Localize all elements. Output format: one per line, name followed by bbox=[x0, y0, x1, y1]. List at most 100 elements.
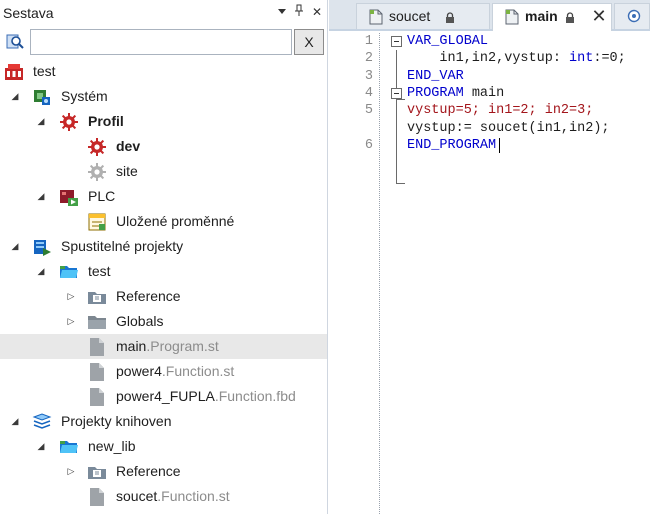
project-tree-panel: Sestava ✕ X test ◢ Systém ◢ Profil dev site ◢ PL… bbox=[0, 0, 328, 514]
plc-icon bbox=[59, 187, 79, 207]
code-text: END_VAR bbox=[407, 68, 464, 84]
code-line: 5 vystup=5; in1=2; in2=3; bbox=[364, 103, 594, 119]
file-icon bbox=[369, 9, 383, 25]
tab-close-icon[interactable]: ✕ bbox=[591, 7, 607, 25]
collapse-arrow-icon[interactable]: ◢ bbox=[10, 241, 20, 251]
clear-search-button[interactable]: X bbox=[294, 29, 324, 55]
gear-icon bbox=[59, 112, 79, 132]
tab-main[interactable]: main ✕ bbox=[492, 3, 612, 31]
tab-soucet[interactable]: soucet bbox=[356, 3, 490, 29]
tree-item-label: main.Program.st bbox=[116, 338, 219, 354]
code-area[interactable]: 1 VAR_GLOBAL 2 in1,in2,vystup: int:=0; 3 END… bbox=[329, 33, 650, 514]
code-text: END_PROGRAM bbox=[407, 137, 497, 153]
tree-item[interactable]: dev bbox=[0, 134, 327, 159]
file-extension: .Function.fbd bbox=[214, 388, 296, 404]
collapse-arrow-icon[interactable]: ◢ bbox=[10, 91, 20, 101]
search-icon[interactable] bbox=[6, 32, 26, 52]
panel-menu-icon[interactable] bbox=[275, 4, 289, 20]
code-text: VAR_GLOBAL bbox=[407, 34, 489, 49]
file-icon bbox=[505, 9, 519, 25]
tree-item-label: new_lib bbox=[88, 438, 136, 454]
panel-title: Sestava bbox=[3, 5, 54, 21]
reference-icon bbox=[87, 287, 107, 307]
file-icon bbox=[87, 387, 107, 407]
pin-icon[interactable] bbox=[292, 4, 306, 20]
tree-item[interactable]: Uložené proměnné bbox=[0, 209, 327, 234]
folder-icon bbox=[87, 312, 107, 332]
tree-item[interactable]: ▷ Reference bbox=[0, 459, 327, 484]
tree-item[interactable]: ▷ Globals bbox=[0, 309, 327, 334]
text-caret bbox=[499, 137, 500, 153]
tab-label: soucet bbox=[389, 8, 431, 24]
tree-item[interactable]: soucet.Function.st bbox=[0, 484, 327, 509]
gear-icon bbox=[87, 137, 107, 157]
tree-item[interactable]: main.Program.st bbox=[0, 334, 327, 359]
code-line: 3 END_VAR bbox=[364, 68, 464, 84]
close-icon[interactable]: ✕ bbox=[310, 4, 324, 20]
search-input[interactable] bbox=[30, 29, 292, 55]
file-extension: .Function.st bbox=[161, 363, 235, 379]
lock-icon bbox=[565, 11, 575, 23]
file-icon bbox=[87, 487, 107, 507]
folder-open-icon bbox=[59, 437, 79, 457]
fold-toggle-icon[interactable] bbox=[391, 87, 402, 99]
folder-open-icon bbox=[59, 262, 79, 282]
tree-item-label: test bbox=[88, 263, 111, 279]
tree-item-label: Reference bbox=[116, 288, 181, 304]
search-row: X bbox=[0, 27, 327, 57]
fold-toggle-icon[interactable] bbox=[391, 36, 402, 47]
code-text: PROGRAM main bbox=[407, 85, 505, 101]
reference-icon bbox=[87, 462, 107, 482]
collapse-arrow-icon[interactable]: ◢ bbox=[36, 266, 46, 276]
collapse-arrow-icon[interactable]: ◢ bbox=[36, 441, 46, 451]
project-icon bbox=[4, 62, 24, 82]
tree-item[interactable]: ▷ Reference bbox=[0, 284, 327, 309]
tree-item[interactable]: ◢ Spustitelné projekty bbox=[0, 234, 327, 259]
tree-item-label: Reference bbox=[116, 463, 181, 479]
tree-item[interactable]: ◢ test bbox=[0, 259, 327, 284]
collapse-arrow-icon[interactable]: ◢ bbox=[10, 416, 20, 426]
tree-item-label: Uložené proměnné bbox=[116, 213, 235, 229]
tree-item-label: Profil bbox=[88, 113, 124, 129]
variables-icon bbox=[87, 212, 107, 232]
editor-tabbar: soucet main ✕ bbox=[329, 0, 650, 31]
tree-item[interactable]: test bbox=[0, 59, 327, 84]
file-extension: .Program.st bbox=[146, 338, 219, 354]
settings-icon bbox=[627, 9, 641, 26]
tree-item[interactable]: ◢ Projekty knihoven bbox=[0, 409, 327, 434]
expand-arrow-icon[interactable]: ▷ bbox=[66, 291, 76, 301]
lock-icon bbox=[445, 11, 455, 23]
tree-item[interactable]: site bbox=[0, 159, 327, 184]
tree-item-label: PLC bbox=[88, 188, 116, 204]
fold-rail-end bbox=[396, 183, 405, 184]
tree-item[interactable]: power4.Function.st bbox=[0, 359, 327, 384]
expand-arrow-icon[interactable]: ▷ bbox=[66, 316, 76, 326]
executable-icon bbox=[32, 237, 52, 257]
tree-item-label: power4_FUPLA.Function.fbd bbox=[116, 388, 296, 404]
code-line: 1 VAR_GLOBAL bbox=[364, 34, 489, 49]
collapse-arrow-icon[interactable]: ◢ bbox=[36, 116, 46, 126]
tree-item-label: power4.Function.st bbox=[116, 363, 235, 379]
code-text: vystup=5; in1=2; in2=3; bbox=[407, 103, 594, 119]
tree-item-label: Projekty knihoven bbox=[61, 413, 172, 429]
tree-item[interactable]: ◢ PLC bbox=[0, 184, 327, 209]
tree-item-label: soucet.Function.st bbox=[116, 488, 230, 504]
library-icon bbox=[32, 412, 52, 432]
tree-item[interactable]: ◢ new_lib bbox=[0, 434, 327, 459]
collapse-arrow-icon[interactable]: ◢ bbox=[36, 191, 46, 201]
gear-gray-icon bbox=[87, 162, 107, 182]
tree-item[interactable]: ◢ Systém bbox=[0, 84, 327, 109]
tree-item-label: Systém bbox=[61, 88, 108, 104]
code-line: 6 END_PROGRAM bbox=[364, 137, 497, 153]
tree-item[interactable]: power4_FUPLA.Function.fbd bbox=[0, 384, 327, 409]
code-line: vystup:= soucet(in1,in2); bbox=[329, 120, 650, 137]
expand-arrow-icon[interactable]: ▷ bbox=[66, 466, 76, 476]
code-text: vystup:= soucet(in1,in2); bbox=[407, 120, 610, 136]
code-text: in1,in2,vystup: int:=0; bbox=[407, 51, 626, 67]
tree-item-label: test bbox=[33, 63, 56, 79]
tab-overflow[interactable] bbox=[614, 3, 650, 29]
tab-label: main bbox=[525, 8, 558, 24]
code-line: 4 PROGRAM main bbox=[364, 85, 505, 101]
system-icon bbox=[32, 87, 52, 107]
tree-item[interactable]: ◢ Profil bbox=[0, 109, 327, 134]
